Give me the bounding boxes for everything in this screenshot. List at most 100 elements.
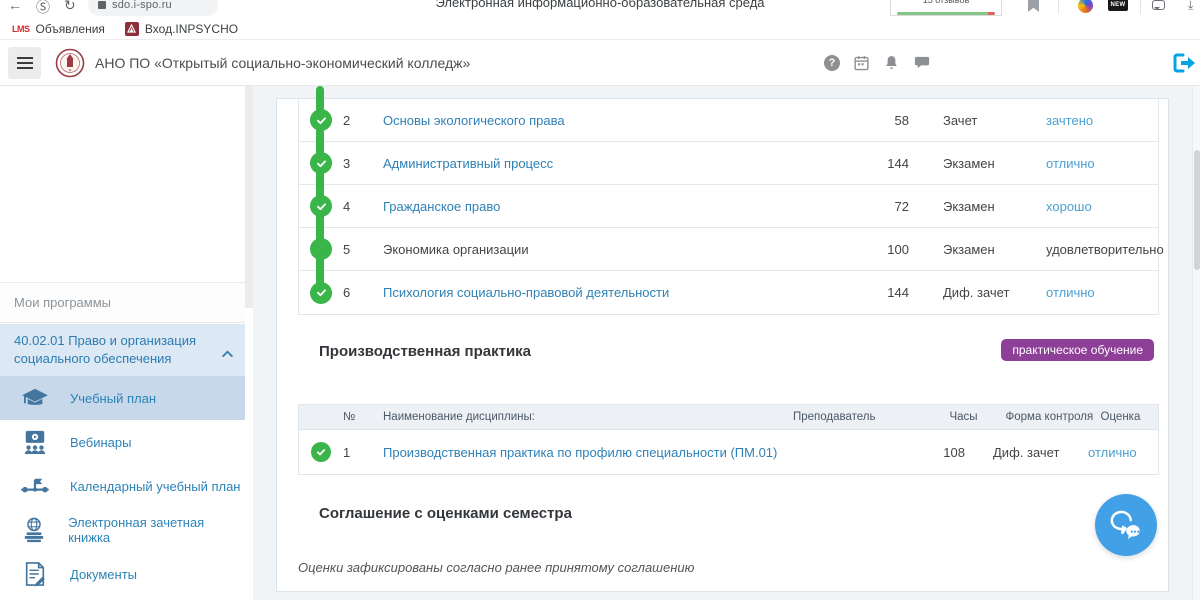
- discipline-link[interactable]: Производственная практика по профилю спе…: [383, 445, 777, 460]
- hours-value: 72: [813, 199, 913, 214]
- bookmark-inpsycho[interactable]: Вход.INPSYCHO: [119, 22, 244, 36]
- check-badge-icon: [310, 282, 332, 304]
- scrollbar-thumb[interactable]: [1194, 150, 1200, 270]
- sidebar-item-label: Вебинары: [70, 435, 131, 450]
- check-badge-icon: [311, 442, 331, 462]
- row-number: 6: [343, 285, 383, 300]
- divider: [1140, 0, 1141, 14]
- browser-extension-icon[interactable]: [1078, 0, 1093, 13]
- chat-extension-icon[interactable]: [1152, 0, 1165, 10]
- new-badge-extension[interactable]: NEW: [1108, 0, 1128, 11]
- header-icons: ?: [824, 54, 931, 71]
- table-row: 6 Психология социально-правовой деятельн…: [299, 271, 1158, 314]
- sidebar-item-gradebook[interactable]: Электронная зачетная книжка: [0, 508, 245, 552]
- sidebar-item-label: Документы: [70, 567, 137, 582]
- grade-link[interactable]: хорошо: [1046, 199, 1092, 214]
- control-form: Экзамен: [913, 242, 1018, 257]
- grade-link[interactable]: отлично: [1046, 156, 1095, 171]
- sidebar-item-documents[interactable]: Документы: [0, 552, 245, 596]
- download-icon[interactable]: ⤓: [1188, 0, 1193, 13]
- col-header-grade: Оценка: [1101, 411, 1171, 423]
- screen: ← Ⓢ ↻ sdo.i-spo.ru Электронная информаци…: [0, 0, 1200, 600]
- calendar-icon[interactable]: [853, 54, 870, 71]
- sidebar-empty-panel: [0, 86, 245, 283]
- table-row: 2 Основы экологического права 58 Зачет з…: [299, 99, 1158, 142]
- hours-value: 108: [863, 445, 973, 460]
- sidebar-item-curriculum[interactable]: Учебный план: [0, 376, 245, 420]
- lms-favicon: LMS: [12, 24, 30, 34]
- discipline-link[interactable]: Психология социально-правовой деятельнос…: [383, 285, 669, 300]
- college-logo[interactable]: [55, 48, 85, 83]
- grade-link[interactable]: отлично: [1046, 285, 1095, 300]
- col-header-name: Наименование дисциплины:: [383, 411, 793, 423]
- sidebar: Мои программы 40.02.01 Право и организац…: [0, 86, 253, 600]
- row-number: 3: [343, 156, 383, 171]
- discipline-link[interactable]: Административный процесс: [383, 156, 553, 171]
- reviews-extension[interactable]: 15 отзывов: [890, 0, 1002, 16]
- hours-value: 58: [813, 113, 913, 128]
- hours-value: 100: [813, 242, 913, 257]
- semester-disciplines-table: 2 Основы экологического права 58 Зачет з…: [298, 99, 1159, 315]
- globe-books-icon: [0, 517, 68, 543]
- logout-icon[interactable]: [1170, 51, 1196, 80]
- sidebar-item-label: Учебный план: [70, 391, 156, 406]
- chevron-up-icon: [222, 344, 233, 362]
- table-row: 4 Гражданское право 72 Экзамен хорошо: [299, 185, 1158, 228]
- triangle-favicon: [125, 22, 139, 36]
- main-content: 2 Основы экологического права 58 Зачет з…: [253, 86, 1192, 600]
- grade-value: удовлетворительно: [1018, 242, 1159, 257]
- check-badge-icon: [310, 195, 332, 217]
- support-chat-button[interactable]: [1095, 494, 1157, 556]
- sidebar-section-title: Мои программы: [0, 283, 245, 323]
- app-header: АНО ПО «Открытый социально-экономический…: [0, 40, 1200, 86]
- grade-link[interactable]: отлично: [1088, 445, 1137, 460]
- webinar-icon: [0, 430, 70, 454]
- table-row: 1 Производственная практика по профилю с…: [299, 430, 1158, 474]
- discipline-name: Экономика организации: [383, 242, 813, 257]
- grade-link[interactable]: зачтено: [1046, 113, 1093, 128]
- sidebar-program-item[interactable]: 40.02.01 Право и организация социального…: [0, 324, 245, 376]
- sidebar-item-calendar-plan[interactable]: Календарный учебный план: [0, 464, 245, 508]
- section-title-practice: Производственная практика: [319, 343, 531, 360]
- row-number: 4: [343, 199, 383, 214]
- document-icon: [0, 561, 70, 587]
- row-number: 1: [343, 445, 383, 460]
- row-number: 5: [343, 242, 383, 257]
- page-title: Электронная информационно-образовательна…: [0, 0, 1200, 10]
- dot-badge-icon: [310, 238, 332, 260]
- org-title: АНО ПО «Открытый социально-экономический…: [95, 55, 470, 71]
- discipline-link[interactable]: Гражданское право: [383, 199, 500, 214]
- discipline-link[interactable]: Основы экологического права: [383, 113, 565, 128]
- col-header-hours: Часы: [876, 411, 986, 423]
- agreement-note: Оценки зафиксированы согласно ранее прин…: [298, 560, 694, 575]
- divider: [1058, 0, 1059, 14]
- bookmark-flag-icon[interactable]: [1028, 0, 1039, 12]
- check-badge-icon: [310, 152, 332, 174]
- hours-value: 144: [813, 156, 913, 171]
- col-header-form: Форма контроля: [986, 411, 1101, 423]
- practice-type-badge: практическое обучение: [1001, 339, 1154, 361]
- chat-bubbles-icon: [1107, 508, 1145, 542]
- control-form: Диф. зачет: [913, 285, 1018, 300]
- menu-toggle-button[interactable]: [8, 47, 41, 79]
- sidebar-item-label: Электронная зачетная книжка: [68, 515, 245, 545]
- check-badge-icon: [310, 109, 332, 131]
- table-row: 3 Административный процесс 144 Экзамен о…: [299, 142, 1158, 185]
- sidebar-scrollbar[interactable]: [245, 86, 253, 308]
- curriculum-card: 2 Основы экологического права 58 Зачет з…: [276, 98, 1169, 592]
- sidebar-item-webinars[interactable]: Вебинары: [0, 420, 245, 464]
- window-scrollbar[interactable]: [1192, 86, 1200, 600]
- bell-icon[interactable]: [883, 54, 900, 71]
- chat-icon[interactable]: [913, 54, 931, 71]
- timeline-icon: [0, 476, 70, 496]
- reviews-rating-bar: [897, 12, 995, 15]
- row-number: 2: [343, 113, 383, 128]
- help-icon[interactable]: ?: [824, 55, 840, 71]
- graduation-cap-icon: [0, 387, 70, 409]
- control-form: Экзамен: [913, 199, 1018, 214]
- practice-table-header: № Наименование дисциплины: Преподаватель…: [299, 405, 1158, 430]
- browser-chrome: ← Ⓢ ↻ sdo.i-spo.ru Электронная информаци…: [0, 0, 1200, 18]
- bookmark-announcements[interactable]: LMS Объявления: [6, 22, 111, 36]
- sidebar-item-label: Календарный учебный план: [70, 479, 240, 494]
- practice-table: № Наименование дисциплины: Преподаватель…: [298, 404, 1159, 475]
